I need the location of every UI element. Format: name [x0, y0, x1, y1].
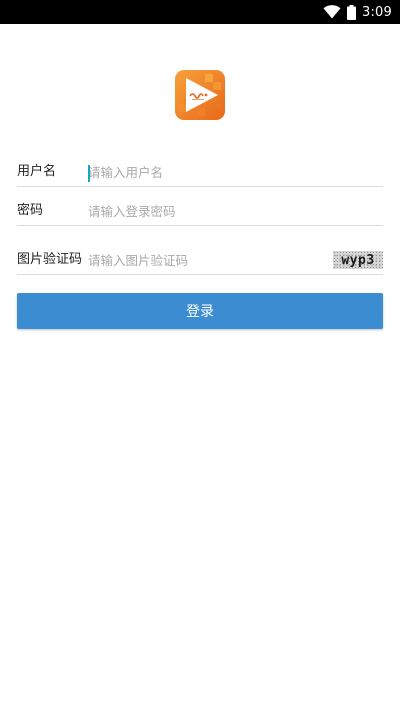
captcha-code: wyp3 [341, 252, 375, 268]
text-cursor [88, 165, 90, 182]
password-input[interactable] [88, 201, 378, 221]
username-row: 用户名 [17, 149, 383, 187]
battery-icon [347, 4, 356, 20]
status-time: 3:09 [362, 4, 392, 20]
password-row: 密码 [17, 188, 383, 226]
captcha-input[interactable] [88, 250, 328, 270]
username-label: 用户名 [17, 164, 57, 179]
captcha-image[interactable]: wyp3 [333, 251, 383, 269]
app-logo [175, 70, 225, 120]
login-button[interactable]: 登录 [17, 293, 383, 329]
captcha-label: 图片验证码 [17, 252, 83, 267]
username-input[interactable] [88, 162, 378, 182]
captcha-row: 图片验证码 wyp3 [17, 237, 383, 275]
password-label: 密码 [17, 203, 44, 218]
status-bar: 3:09 [0, 0, 400, 24]
wifi-icon [323, 5, 341, 19]
video-play-logo-icon [175, 70, 225, 120]
